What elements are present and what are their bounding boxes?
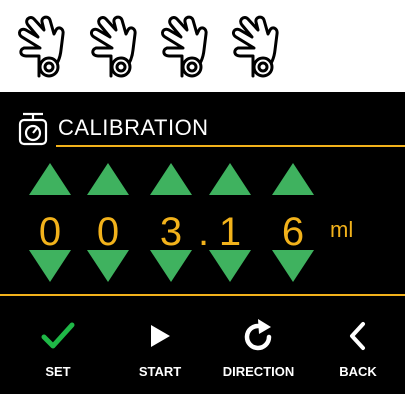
back-button-label: BACK xyxy=(339,364,377,379)
back-button[interactable]: BACK xyxy=(328,318,388,379)
rotate-icon xyxy=(206,318,311,354)
header-divider xyxy=(56,145,405,147)
set-button[interactable]: SET xyxy=(28,318,88,379)
start-button[interactable]: START xyxy=(125,318,195,379)
increment-digit-1-button[interactable] xyxy=(27,161,73,197)
touch-hand-icon xyxy=(84,10,144,80)
checkmark-icon xyxy=(28,318,88,354)
play-icon xyxy=(125,318,195,354)
increment-digit-5-button[interactable] xyxy=(270,161,316,197)
page-title: CALIBRATION xyxy=(58,115,209,140)
unit-label: ml xyxy=(330,217,354,242)
start-button-label: START xyxy=(138,364,182,379)
gesture-hints xyxy=(0,0,405,90)
chevron-left-icon xyxy=(328,318,388,354)
scale-icon xyxy=(14,109,52,147)
decrement-digit-5-button[interactable] xyxy=(270,248,316,284)
touch-hand-icon xyxy=(12,10,72,80)
header: CALIBRATION xyxy=(14,108,209,148)
increment-digit-4-button[interactable] xyxy=(207,161,253,197)
increment-digit-2-button[interactable] xyxy=(85,161,131,197)
decrement-digit-2-button[interactable] xyxy=(85,248,131,284)
calibration-screen: CALIBRATION 0 0 3 . 1 6 ml SET START DIR… xyxy=(0,92,405,394)
touch-hand-icon xyxy=(226,10,286,80)
decrement-digit-1-button[interactable] xyxy=(27,248,73,284)
controls-divider xyxy=(0,294,405,296)
set-button-label: SET xyxy=(45,364,71,379)
direction-button-label: DIRECTION xyxy=(222,364,295,379)
touch-hand-icon xyxy=(155,10,215,80)
decrement-digit-4-button[interactable] xyxy=(207,248,253,284)
direction-button[interactable]: DIRECTION xyxy=(206,318,311,379)
increment-digit-3-button[interactable] xyxy=(148,161,194,197)
decrement-digit-3-button[interactable] xyxy=(148,248,194,284)
